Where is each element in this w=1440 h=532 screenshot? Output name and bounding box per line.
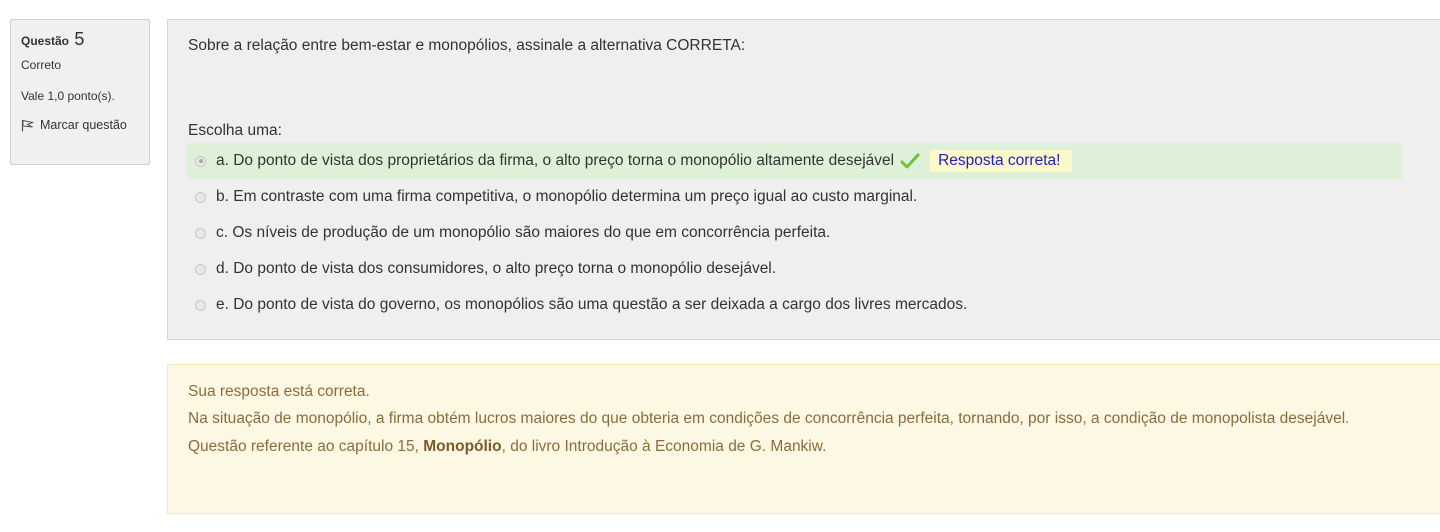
option-b[interactable]: b. Em contraste com uma firma competitiv… xyxy=(187,179,1402,215)
question-number-value: 5 xyxy=(74,29,85,49)
option-b-label: b. Em contraste com uma firma competitiv… xyxy=(216,188,918,205)
option-c[interactable]: c. Os níveis de produção de um monopólio… xyxy=(187,215,1402,251)
option-d[interactable]: d. Do ponto de vista dos consumidores, o… xyxy=(187,251,1402,287)
answer-prompt: Escolha uma: xyxy=(188,122,282,139)
option-a[interactable]: a. Do ponto de vista dos proprietários d… xyxy=(187,143,1402,179)
option-e[interactable]: e. Do ponto de vista do governo, os mono… xyxy=(187,287,1402,323)
option-c-label: c. Os níveis de produção de um monopólio… xyxy=(216,224,831,241)
question-state: Correto xyxy=(21,58,62,72)
feedback-reference: Questão referente ao capítulo 15, Monopó… xyxy=(188,436,1420,458)
radio-option-e[interactable] xyxy=(195,299,206,311)
reference-text-after: , do livro Introdução à Economia de G. M… xyxy=(501,438,827,455)
option-a-label: a. Do ponto de vista dos proprietários d… xyxy=(216,152,895,169)
question-formulation: Sobre a relação entre bem-estar e monopó… xyxy=(167,19,1440,340)
feedback-status: Sua resposta está correta. xyxy=(188,383,370,400)
flag-question-link[interactable]: Marcar questão xyxy=(21,117,149,133)
feedback-panel: Sua resposta está correta. Na situação d… xyxy=(167,364,1440,514)
option-e-label: e. Do ponto de vista do governo, os mono… xyxy=(216,296,968,313)
option-d-label: d. Do ponto de vista dos consumidores, o… xyxy=(216,260,777,277)
radio-option-a[interactable] xyxy=(195,155,206,167)
answer-options: a. Do ponto de vista dos proprietários d… xyxy=(187,143,1402,323)
question-text: Sobre a relação entre bem-estar e monopó… xyxy=(188,37,746,54)
reference-text-before: Questão referente ao capítulo 15, xyxy=(188,438,424,455)
flag-label: Marcar questão xyxy=(40,118,127,132)
correct-feedback-badge: Resposta correta! xyxy=(930,150,1073,172)
question-info-panel: Questão 5 Correto Vale 1,0 ponto(s). Mar… xyxy=(10,19,150,165)
question-label: Questão xyxy=(21,34,70,48)
flag-icon xyxy=(21,119,34,131)
checkmark-icon xyxy=(900,153,920,169)
question-grade: Vale 1,0 ponto(s). xyxy=(21,89,115,103)
question-number: Questão 5 xyxy=(21,29,149,51)
radio-option-b[interactable] xyxy=(195,191,206,203)
feedback-explanation: Na situação de monopólio, a firma obtém … xyxy=(188,410,1350,427)
radio-option-c[interactable] xyxy=(195,227,206,239)
reference-chapter-title: Monopólio xyxy=(423,438,502,455)
radio-option-d[interactable] xyxy=(195,263,206,275)
